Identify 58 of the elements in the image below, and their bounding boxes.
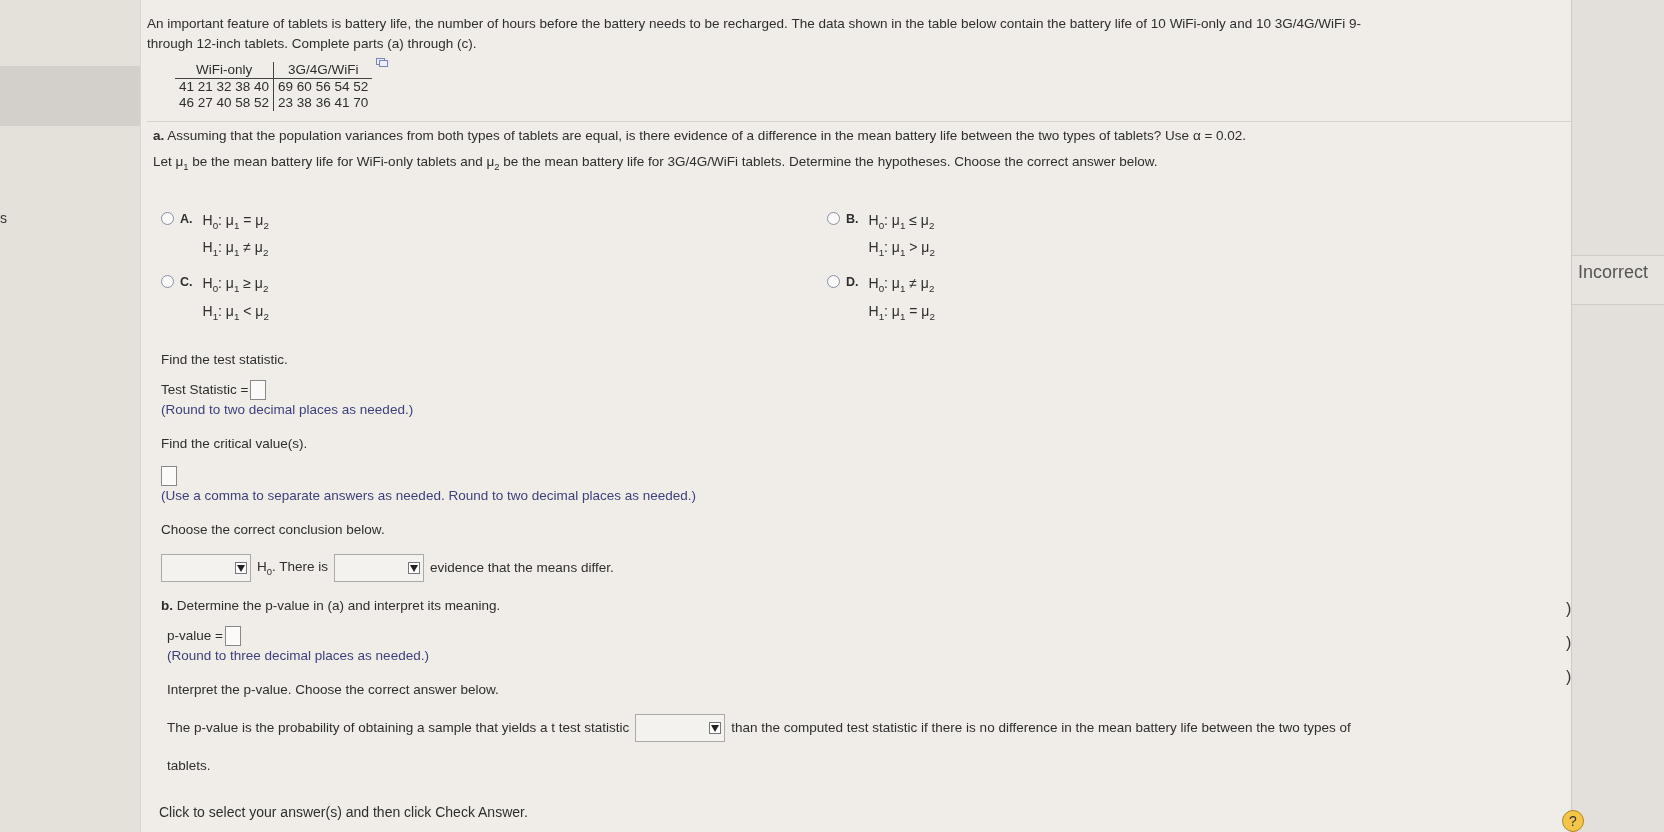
hint-text: (Round to two decimal places as needed.) (161, 400, 414, 419)
radio-button[interactable] (827, 275, 840, 289)
answer-box[interactable] (250, 379, 267, 400)
question-text: b. Determine the p-value in (a) and interpret its meaning. (161, 596, 501, 615)
option-letter: C. (180, 274, 193, 292)
sentence-text: The p-value is the probability of obtaining a sample that yields a t test statistic (167, 720, 630, 736)
hypothesis-text: H$_{0}$: μ$_{1}$ = μ$_{2}$ (202, 210, 269, 233)
status-text: Incorrect (1578, 262, 1649, 283)
radio-button[interactable] (161, 275, 174, 289)
sentence-text: evidence that the means differ. (430, 560, 614, 576)
prompt-text: Find the test statistic. (161, 350, 288, 369)
copy-icon[interactable] (376, 58, 389, 67)
dropdown[interactable] (334, 553, 425, 582)
sentence-text: than the computed test statistic if there is no difference in the mean battery life between the two types of (731, 720, 1351, 736)
hint-text: (Round to three decimal places as needed.) (167, 646, 429, 665)
table-cell: 41 21 32 38 40 (175, 78, 274, 95)
prompt-text: Find the critical value(s). (161, 434, 308, 453)
hypothesis-text: H$_{0}$: μ$_{1}$ ≥ μ$_{2}$ (202, 274, 269, 297)
bracket-mark: ) (1566, 668, 1573, 686)
hypothesis-text: H$_{1}$: μ$_{1}$ = μ$_{2}$ (868, 302, 935, 324)
instruction-text: Let μ$_{1}$ be the mean battery life for WiFi-only tablets and μ$_{2}$ be the mean battery life for 3G/4G/WiFi tablets. Determine the hypotheses. Choose the correct answer below. (153, 153, 1158, 174)
caret-icon (235, 561, 247, 574)
help-icon[interactable]: ? (1562, 810, 1584, 832)
radio-button[interactable] (827, 211, 840, 225)
caret-icon (709, 721, 722, 734)
hypothesis-text: H$_{0}$: μ$_{1}$ ≠ μ$_{2}$ (868, 274, 935, 297)
option-letter: B. (846, 210, 859, 228)
sidebar-text: s (0, 210, 7, 226)
column-header: WiFi-only (175, 62, 274, 79)
prompt-text: Choose the correct conclusion below. (161, 520, 385, 539)
caret-icon (408, 561, 421, 574)
radio-button[interactable] (161, 211, 174, 225)
hypothesis-text: H$_{1}$: μ$_{1}$ > μ$_{2}$ (868, 238, 935, 261)
question-text: a. Assuming that the population variances from both types of tablets are equal, is there evidence of a difference in the mean battery life between the two types of tablets? Use α = 0.02. (153, 127, 1247, 145)
field-label: Test Statistic = (161, 382, 249, 398)
field-label: p-value = (167, 628, 223, 644)
dropdown[interactable] (635, 713, 726, 742)
table-cell: 46 27 40 58 52 (175, 95, 274, 111)
table-cell: 69 60 56 54 52 (273, 78, 373, 95)
option-letter: A. (180, 210, 193, 228)
bracket-mark: ) (1566, 600, 1573, 618)
hypothesis-text: H$_{1}$: μ$_{1}$ ≠ μ$_{2}$ (202, 238, 269, 261)
option-letter: D. (846, 274, 859, 292)
column-header: 3G/4G/WiFi (273, 62, 373, 79)
answer-box[interactable] (224, 625, 241, 646)
instruction-text: Click to select your answer(s) and then click Check Answer. (159, 802, 528, 822)
bracket-mark: ) (1566, 634, 1573, 652)
answer-box[interactable] (161, 465, 177, 486)
hypothesis-text: H$_{0}$: μ$_{1}$ ≤ μ$_{2}$ (868, 210, 935, 233)
prompt-text: Interpret the p-value. Choose the correct answer below. (167, 680, 499, 699)
table-cell: 23 38 36 41 70 (273, 95, 373, 111)
prompt-text: tablets. (167, 756, 211, 775)
dropdown[interactable] (161, 553, 251, 582)
intro-text: through 12-inch tablets. Complete parts (a) through (c). (147, 35, 477, 53)
intro-text: An important feature of tablets is battery life, the number of hours before the battery needs to be recharged. The data shown in the table below contain the battery life of 10 WiFi-only and 10 3G/4G/WiFi 9- (147, 15, 1361, 33)
sentence-text: H$_{0}$. There is (257, 559, 329, 577)
hypothesis-text: H$_{1}$: μ$_{1}$ < μ$_{2}$ (202, 302, 269, 324)
hint-text: (Use a comma to separate answers as needed. Round to two decimal places as needed.) (161, 486, 697, 505)
